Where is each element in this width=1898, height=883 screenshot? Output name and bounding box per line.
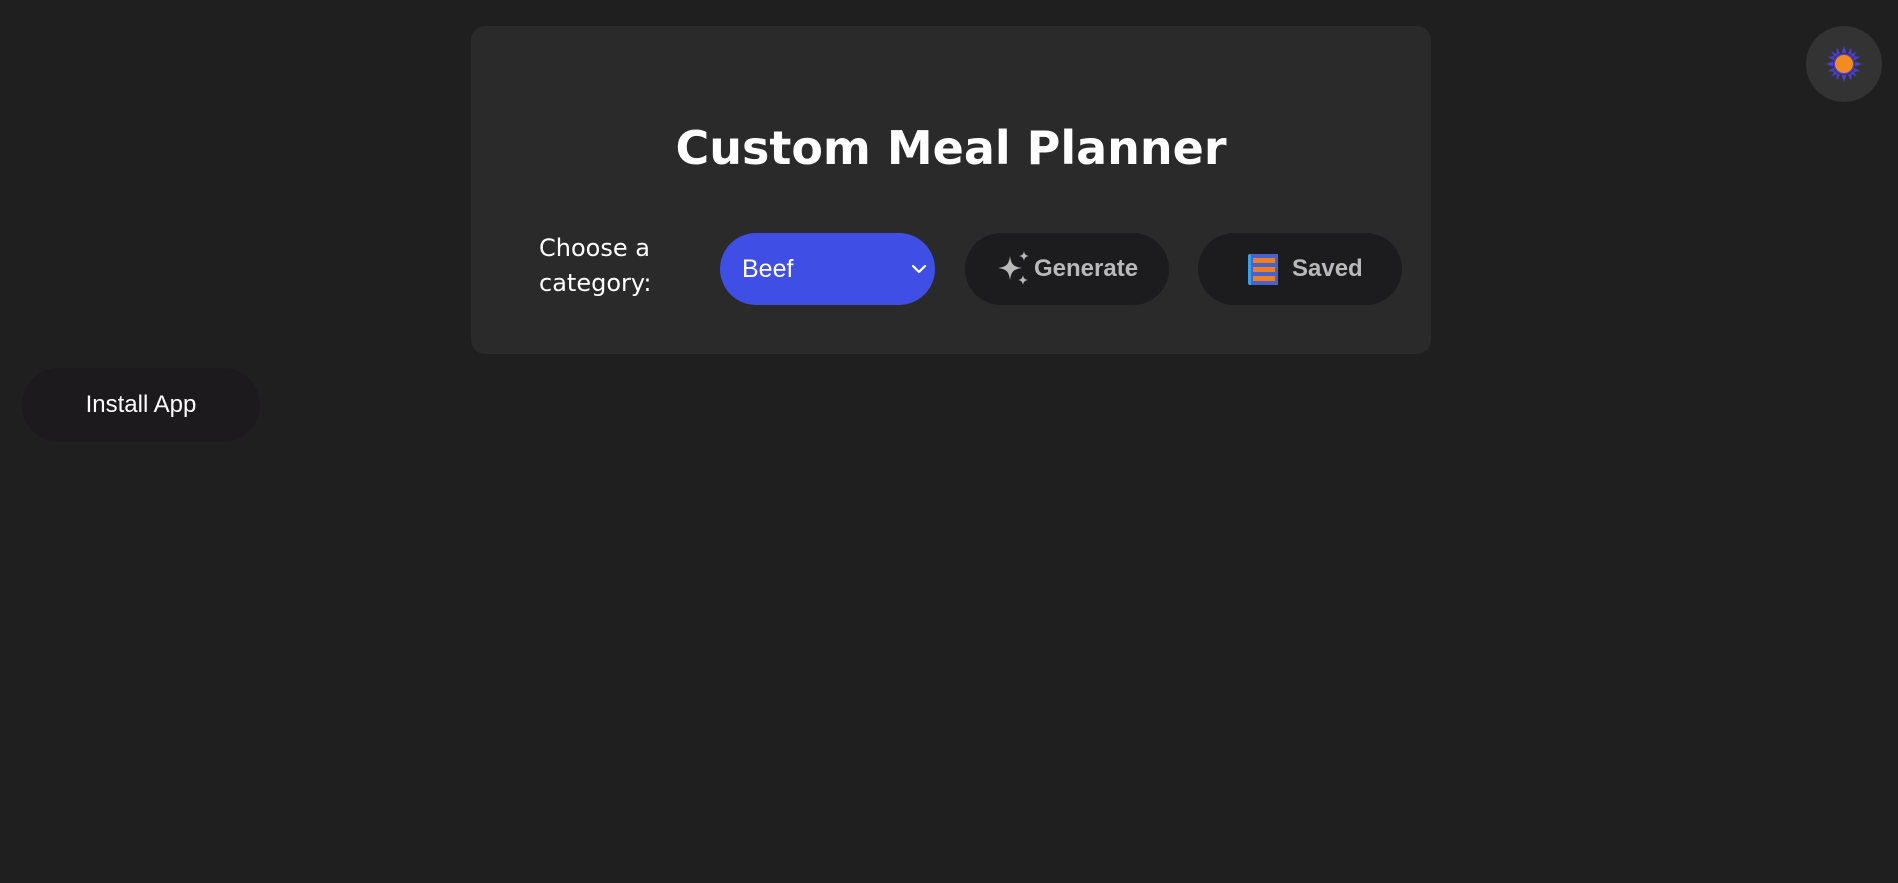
category-label: Choose a category: bbox=[539, 234, 652, 297]
controls-row: Choose a category: Beef Generate Saved bbox=[471, 233, 1431, 305]
page: Custom Meal Planner Choose a category: B… bbox=[0, 0, 1898, 883]
generate-button[interactable]: Generate bbox=[965, 233, 1169, 305]
theme-toggle-button[interactable] bbox=[1806, 26, 1882, 102]
generate-button-label: Generate bbox=[1034, 255, 1139, 282]
saved-button-label: Saved bbox=[1292, 255, 1363, 282]
notebook-icon bbox=[1248, 254, 1278, 285]
saved-button[interactable]: Saved bbox=[1198, 233, 1402, 305]
chevron-down-icon bbox=[911, 264, 927, 274]
sparkles-icon bbox=[998, 251, 1029, 285]
category-select[interactable]: Beef bbox=[720, 233, 935, 305]
category-select-value: Beef bbox=[742, 255, 794, 283]
sun-icon bbox=[1826, 46, 1862, 82]
install-app-label: Install App bbox=[85, 391, 197, 418]
meal-planner-card: Custom Meal Planner Choose a category: B… bbox=[471, 26, 1431, 354]
install-app-button[interactable]: Install App bbox=[22, 368, 260, 442]
page-title: Custom Meal Planner bbox=[675, 121, 1227, 175]
